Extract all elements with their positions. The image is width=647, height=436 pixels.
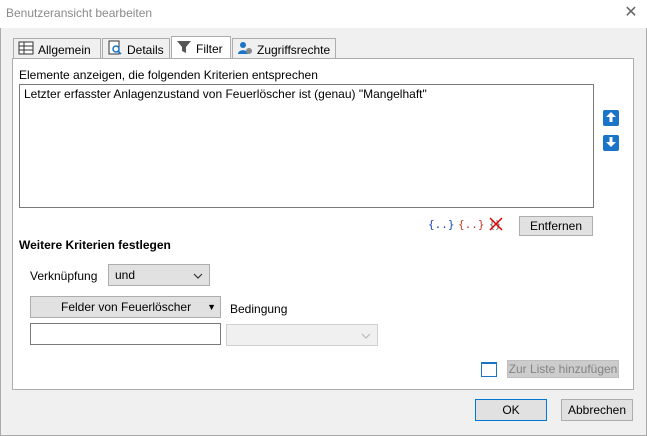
criteria-list[interactable]: Letzter erfasster Anlagenzustand von Feu… [19,84,594,208]
field-value-input[interactable] [30,323,221,345]
link-label: Verknüpfung [30,269,98,283]
tab-filter[interactable]: Filter [171,36,231,60]
chevron-down-icon [361,328,371,342]
tab-zugriffsrechte[interactable]: Zugriffsrechte [232,38,336,60]
grid-icon [18,40,34,59]
add-to-list-button[interactable]: Zur Liste hinzufügen [507,360,619,378]
ok-button[interactable]: OK [475,399,547,421]
tab-label: Details [127,42,164,57]
tab-allgemein[interactable]: Allgemein [13,38,101,60]
users-icon [237,40,253,59]
chevron-down-icon [193,268,203,282]
fields-button-label: Felder von Feuerlöscher [61,300,192,314]
window-title: Benutzeransicht bearbeiten [6,6,153,20]
arrow-down-icon [605,136,617,151]
more-criteria-heading: Weitere Kriterien festlegen [19,238,171,252]
remove-button[interactable]: Entfernen [519,216,593,236]
group-and-icon[interactable]: {..} [428,218,455,231]
group-or-icon[interactable]: {..} [458,218,485,231]
fields-dropdown-button[interactable]: Felder von Feuerlöscher ▼ [30,296,221,318]
funnel-icon [176,39,192,58]
condition-label: Bedingung [230,302,288,316]
link-select[interactable]: und [108,264,210,286]
tab-label: Zugriffsrechte [257,42,331,57]
caret-down-icon: ▼ [207,302,216,312]
window-icon[interactable] [481,362,497,377]
arrow-up-icon [605,111,617,126]
remove-group-icon[interactable]: {} [488,216,504,235]
criteria-heading: Elemente anzeigen, die folgenden Kriteri… [19,68,318,82]
close-icon[interactable]: ✕ [620,3,642,23]
condition-select[interactable] [226,324,378,346]
title-bar: Benutzeransicht bearbeiten ✕ [0,0,647,28]
link-value: und [115,268,136,282]
tab-label: Allgemein [38,42,91,57]
move-down-button[interactable] [603,135,619,151]
cancel-button[interactable]: Abbrechen [561,399,633,421]
tab-label: Filter [196,41,223,56]
move-up-button[interactable] [603,110,619,126]
list-item[interactable]: Letzter erfasster Anlagenzustand von Feu… [24,87,589,101]
magnifier-document-icon [107,40,123,59]
tab-details[interactable]: Details [102,38,170,60]
